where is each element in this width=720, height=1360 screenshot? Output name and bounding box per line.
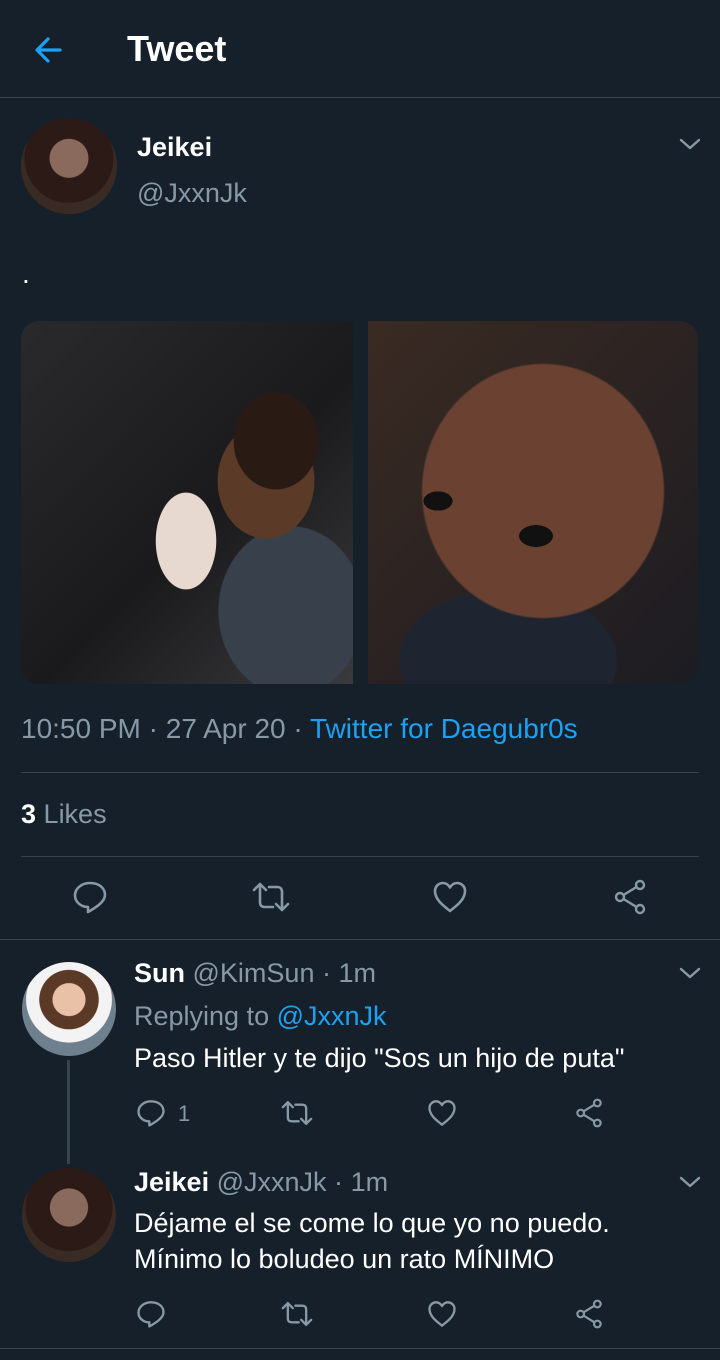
reply-icon[interactable] xyxy=(136,1098,166,1128)
tweet-client-link[interactable]: Twitter for Daegubr0s xyxy=(310,713,578,744)
tweet-image-left[interactable] xyxy=(21,321,353,684)
heart-icon[interactable] xyxy=(427,1299,457,1329)
tweet-time: 10:50 PM xyxy=(21,713,141,744)
reply-text: Paso Hitler y te dijo "Sos un hijo de pu… xyxy=(134,1043,625,1073)
retweet-icon[interactable] xyxy=(280,1098,314,1128)
page-title: Tweet xyxy=(127,28,227,69)
reply-count: 1 xyxy=(178,1101,191,1126)
likes-number: 3 xyxy=(21,799,37,829)
reply-text-line-1: Déjame el se come lo que yo no puedo. xyxy=(134,1208,610,1238)
divider xyxy=(21,772,699,773)
chevron-down-icon[interactable] xyxy=(679,966,701,980)
retweet-icon[interactable] xyxy=(280,1299,314,1329)
replying-to: Replying to @JxxnJk xyxy=(134,1001,387,1032)
chevron-down-icon[interactable] xyxy=(679,137,701,151)
time-separator: · xyxy=(334,1167,344,1197)
reply-avatar[interactable] xyxy=(22,1168,116,1262)
thread-line xyxy=(67,1060,70,1164)
divider xyxy=(0,1348,720,1349)
reply-text-line-2: Mínimo lo boludeo un rato MÍNIMO xyxy=(134,1244,555,1274)
time-separator: · xyxy=(321,958,331,988)
author-handle[interactable]: @JxxnJk xyxy=(137,178,247,209)
tweet-text: . xyxy=(22,258,30,289)
reply-header: Jeikei @JxxnJk · 1m xyxy=(134,1167,388,1198)
heart-icon[interactable] xyxy=(427,1098,457,1128)
meta-separator: · xyxy=(148,713,158,744)
back-arrow-icon[interactable] xyxy=(30,30,70,70)
share-icon[interactable] xyxy=(574,1098,604,1128)
share-icon[interactable] xyxy=(612,879,648,915)
reply-icon[interactable] xyxy=(136,1299,166,1329)
tweet-image-right[interactable] xyxy=(368,321,698,684)
reply-avatar[interactable] xyxy=(22,962,116,1056)
divider xyxy=(0,939,720,940)
heart-icon[interactable] xyxy=(432,879,468,915)
retweet-icon[interactable] xyxy=(251,879,291,915)
divider xyxy=(21,856,699,857)
top-bar: Tweet xyxy=(0,0,720,98)
likes-label: Likes xyxy=(43,799,107,829)
likes-count[interactable]: 3 Likes xyxy=(21,799,107,830)
author-name[interactable]: Jeikei xyxy=(137,132,212,163)
replying-label: Replying to xyxy=(134,1001,270,1031)
tweet-meta: 10:50 PM · 27 Apr 20 · Twitter for Daegu… xyxy=(21,713,578,745)
reply-header: Sun @KimSun · 1m xyxy=(134,958,376,989)
reply-author-name[interactable]: Jeikei xyxy=(134,1167,209,1197)
meta-separator: · xyxy=(293,713,303,744)
tweet-date: 27 Apr 20 xyxy=(165,713,286,744)
reply-time: 1m xyxy=(350,1167,389,1197)
reply-author-handle[interactable]: @JxxnJk xyxy=(217,1167,327,1197)
replying-handle-link[interactable]: @JxxnJk xyxy=(277,1001,387,1031)
reply-author-handle[interactable]: @KimSun xyxy=(193,958,315,988)
share-icon[interactable] xyxy=(574,1299,604,1329)
chevron-down-icon[interactable] xyxy=(679,1175,701,1189)
reply-time: 1m xyxy=(338,958,377,988)
author-avatar[interactable] xyxy=(21,118,117,214)
reply-icon[interactable] xyxy=(72,879,108,915)
reply-author-name[interactable]: Sun xyxy=(134,958,185,988)
